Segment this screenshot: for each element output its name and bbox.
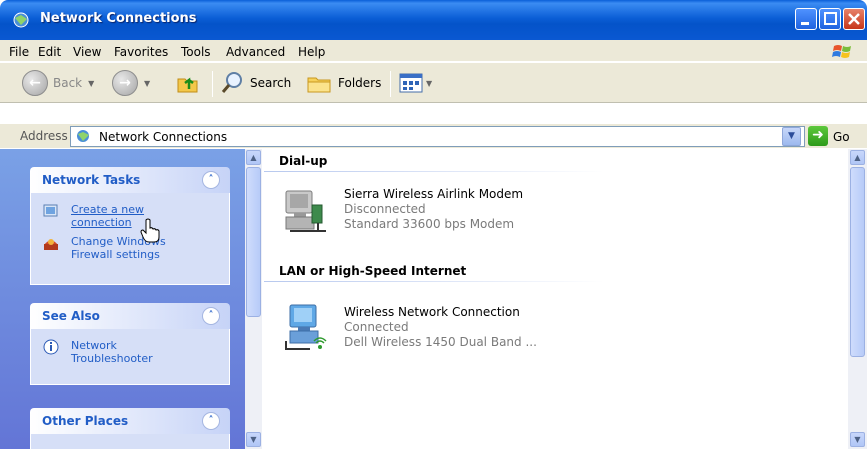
connection-name: Wireless Network Connection	[344, 305, 520, 319]
minimize-icon	[801, 22, 809, 25]
see-also-title: See Also	[42, 309, 100, 323]
menu-help[interactable]: Help	[298, 45, 325, 59]
wireless-computer-icon	[285, 304, 327, 350]
go-arrow-icon[interactable]: ➜	[808, 126, 828, 146]
task-label: Network	[71, 339, 117, 352]
scroll-thumb[interactable]	[850, 167, 865, 357]
network-connections-icon	[77, 130, 89, 142]
group-divider	[264, 171, 604, 172]
back-label: Back	[53, 76, 83, 90]
see-also-panel: See Also ˄ Network Troubleshooter	[30, 303, 230, 385]
task-label: Troubleshooter	[71, 352, 153, 365]
address-bar: Address Network Connections	[0, 124, 867, 148]
network-connections-icon	[13, 12, 29, 28]
menu-edit[interactable]: Edit	[38, 45, 61, 59]
scroll-down-icon[interactable]: ▼	[850, 432, 865, 447]
windows-logo-icon	[832, 45, 851, 58]
menu-view[interactable]: View	[73, 45, 101, 59]
go-button[interactable]: Go	[833, 130, 850, 144]
group-title-lan: LAN or High-Speed Internet	[279, 264, 467, 278]
menu-advanced[interactable]: Advanced	[226, 45, 285, 59]
address-label: Address	[20, 129, 68, 143]
toolbar-separator	[212, 71, 213, 97]
other-places-panel: Other Places ˄	[30, 408, 230, 449]
task-pane: Network Tasks ˄ Create a new connection …	[0, 149, 245, 449]
other-places-body	[30, 434, 230, 449]
menu-bar: File Edit View Favorites Tools Advanced …	[0, 40, 867, 62]
scroll-thumb[interactable]	[246, 167, 261, 317]
address-input[interactable]: Network Connections	[70, 126, 805, 147]
network-tasks-panel: Network Tasks ˄ Create a new connection …	[30, 167, 230, 285]
connection-name: Sierra Wireless Airlink Modem	[344, 187, 524, 201]
create-new-connection-link[interactable]: Create a new connection	[71, 203, 144, 229]
task-label: Create a new	[71, 203, 145, 216]
see-also-body: Network Troubleshooter	[30, 329, 230, 385]
info-icon	[43, 339, 59, 355]
address-dropdown-button[interactable]: ▼	[782, 127, 801, 146]
close-icon	[848, 13, 860, 25]
menu-tools[interactable]: Tools	[181, 45, 211, 59]
toolbar-separator	[390, 71, 391, 97]
forward-arrow-icon: →	[112, 70, 138, 96]
network-troubleshooter-link[interactable]: Network Troubleshooter	[71, 339, 153, 365]
scroll-down-icon[interactable]: ▼	[246, 432, 261, 447]
views-icon	[399, 73, 423, 93]
scroll-up-icon[interactable]: ▲	[246, 150, 261, 165]
search-label: Search	[250, 76, 292, 90]
collapse-chevron-icon[interactable]: ˄	[202, 307, 220, 325]
connection-status: Connected	[344, 320, 409, 334]
window-title: Network Connections	[40, 11, 197, 26]
forward-button[interactable]: → ▼	[112, 63, 150, 103]
up-folder-icon	[177, 77, 198, 93]
up-folder-button[interactable]	[176, 63, 200, 103]
new-connection-icon	[43, 204, 58, 217]
task-label: Firewall settings	[71, 248, 160, 261]
modem-computer-icon	[285, 190, 326, 232]
network-tasks-title: Network Tasks	[42, 173, 141, 187]
search-button[interactable]: Search	[220, 63, 291, 103]
see-also-header[interactable]: See Also ˄	[30, 303, 230, 329]
other-places-title: Other Places	[42, 414, 129, 428]
back-arrow-icon: ←	[22, 70, 48, 96]
views-dropdown-icon: ▼	[426, 78, 433, 88]
main-scrollbar[interactable]: ▲ ▼	[848, 149, 867, 449]
search-magnifier-icon	[221, 72, 242, 93]
address-value: Network Connections	[99, 130, 228, 144]
views-button[interactable]: ▼	[399, 63, 432, 103]
collapse-chevron-icon[interactable]: ˄	[202, 412, 220, 430]
network-tasks-body: Create a new connection Change Windows F…	[30, 193, 230, 285]
maximize-button[interactable]	[819, 8, 841, 30]
group-divider	[264, 281, 604, 282]
other-places-header[interactable]: Other Places ˄	[30, 408, 230, 434]
task-label: connection	[71, 216, 132, 229]
connection-status: Disconnected	[344, 202, 426, 216]
title-bar[interactable]: Network Connections	[0, 0, 867, 40]
scroll-up-icon[interactable]: ▲	[850, 150, 865, 165]
folders-icon	[307, 77, 331, 93]
menu-favorites[interactable]: Favorites	[114, 45, 168, 59]
connection-device: Standard 33600 bps Modem	[344, 217, 515, 231]
minimize-button[interactable]	[795, 8, 817, 30]
collapse-chevron-icon[interactable]: ˄	[202, 171, 220, 189]
network-tasks-header[interactable]: Network Tasks ˄	[30, 167, 230, 193]
task-pane-scrollbar[interactable]: ▲ ▼	[245, 149, 262, 449]
connection-text: Sierra Wireless Airlink Modem Disconnect…	[344, 187, 523, 232]
hand-cursor-icon	[140, 218, 160, 243]
forward-dropdown-icon: ▼	[144, 78, 151, 88]
firewall-icon	[44, 239, 58, 250]
group-title-dialup: Dial-up	[279, 154, 328, 168]
menu-file[interactable]: File	[9, 45, 29, 59]
connection-device: Dell Wireless 1450 Dual Band ...	[344, 335, 537, 349]
close-button[interactable]	[843, 8, 865, 30]
maximize-icon	[824, 12, 837, 25]
connection-text: Wireless Network Connection Connected De…	[344, 305, 537, 350]
back-button[interactable]: ← Back ▼	[22, 63, 94, 103]
connections-view: Dial-up Sierra Wireless Airlink Modem Di…	[262, 149, 848, 449]
back-dropdown-icon: ▼	[88, 78, 95, 88]
standard-toolbar: ← Back ▼ → ▼ Search Folders ▼	[0, 63, 867, 103]
folders-label: Folders	[338, 76, 382, 90]
folders-button[interactable]: Folders	[306, 63, 381, 103]
